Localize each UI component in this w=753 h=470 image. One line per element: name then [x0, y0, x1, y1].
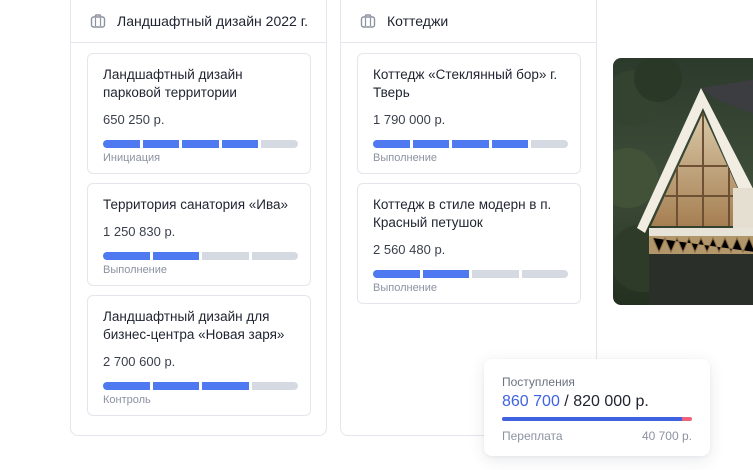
- project-column-landscape: Ландшафтный дизайн 2022 г. Ландшафтный д…: [70, 0, 327, 436]
- project-status: Контроль: [103, 394, 151, 406]
- project-title: Коттедж в стиле модерн в п. Красный пету…: [373, 197, 552, 230]
- project-amount: 1 790 000 р.: [373, 112, 446, 127]
- column-title: Коттеджи: [387, 13, 449, 29]
- briefcase-icon: [90, 14, 106, 28]
- project-amount: 1 250 830 р.: [103, 224, 176, 239]
- overpay-row: Переплата 40 700 р.: [502, 429, 692, 443]
- planned-amount: 820 000 р.: [573, 393, 649, 410]
- income-values: 860 700 / 820 000 р.: [502, 393, 692, 411]
- stage-progress: [373, 270, 568, 278]
- column-header: Коттеджи: [341, 0, 596, 43]
- project-card[interactable]: Ландшафтный дизайн парковой территории 6…: [87, 53, 311, 174]
- column-title: Ландшафтный дизайн 2022 г.: [117, 13, 308, 29]
- project-status: Инициация: [103, 152, 161, 164]
- briefcase-icon: [360, 14, 376, 28]
- column-header: Ландшафтный дизайн 2022 г.: [71, 0, 326, 43]
- project-card[interactable]: Коттедж «Стеклянный бор» г. Тверь 1 790 …: [357, 53, 581, 174]
- project-title: Территория санатория «Ива»: [103, 197, 289, 212]
- income-progress-fill: [502, 417, 682, 421]
- income-summary: Поступления 860 700 / 820 000 р. Перепла…: [484, 359, 710, 456]
- cottage-photo: [613, 58, 753, 305]
- project-title: Ландшафтный дизайн для бизнес-центра «Но…: [103, 309, 285, 342]
- project-amount: 2 560 480 р.: [373, 242, 446, 257]
- project-amount: 2 700 600 р.: [103, 354, 176, 369]
- project-amount: 650 250 р.: [103, 112, 165, 127]
- project-status: Выполнение: [373, 152, 438, 164]
- project-title: Ландшафтный дизайн парковой территории: [103, 67, 243, 100]
- project-status: Выполнение: [373, 282, 438, 294]
- income-progress: [502, 417, 692, 421]
- received-amount: 860 700: [502, 393, 560, 410]
- stage-progress: [373, 140, 568, 148]
- project-title: Коттедж «Стеклянный бор» г. Тверь: [373, 67, 558, 100]
- values-separator: /: [559, 393, 574, 410]
- stage-progress: [103, 382, 298, 390]
- income-label: Поступления: [502, 375, 575, 389]
- project-card[interactable]: Коттедж в стиле модерн в п. Красный пету…: [357, 183, 581, 304]
- overpay-value: 40 700 р.: [641, 429, 692, 443]
- project-card[interactable]: Ландшафтный дизайн для бизнес-центра «Но…: [87, 295, 311, 416]
- project-status: Выполнение: [103, 264, 168, 276]
- stage-progress: [103, 252, 298, 260]
- overpay-label: Переплата: [502, 429, 563, 443]
- cottage-photo-image: [613, 58, 753, 305]
- project-card[interactable]: Территория санатория «Ива» 1 250 830 р. …: [87, 183, 311, 286]
- stage-progress: [103, 140, 298, 148]
